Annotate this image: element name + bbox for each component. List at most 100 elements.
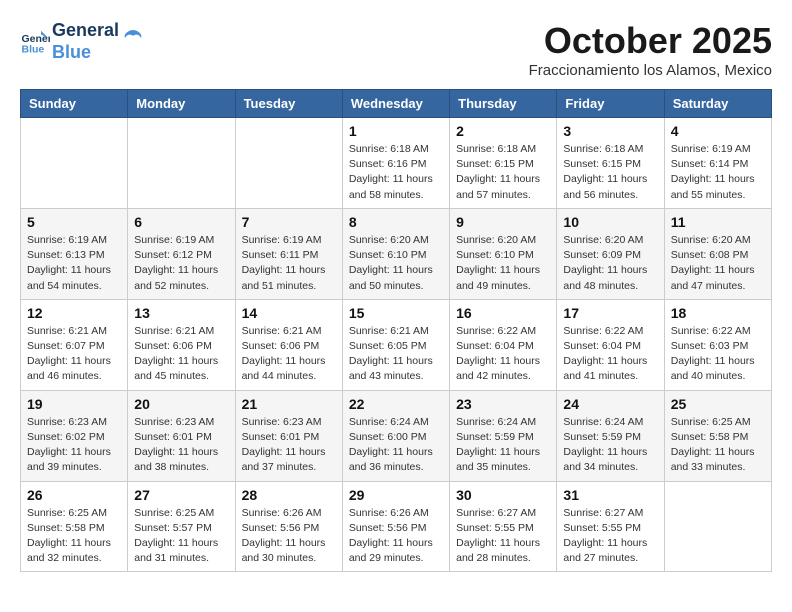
day-info: Sunrise: 6:26 AM Sunset: 5:56 PM Dayligh…: [349, 506, 443, 567]
day-number: 6: [134, 214, 228, 230]
day-number: 30: [456, 487, 550, 503]
day-info: Sunrise: 6:18 AM Sunset: 6:15 PM Dayligh…: [563, 142, 657, 203]
day-info: Sunrise: 6:24 AM Sunset: 5:59 PM Dayligh…: [456, 415, 550, 476]
calendar-cell: 27Sunrise: 6:25 AM Sunset: 5:57 PM Dayli…: [128, 481, 235, 572]
page-header: General Blue General Blue October 2025 F…: [20, 20, 772, 79]
day-info: Sunrise: 6:26 AM Sunset: 5:56 PM Dayligh…: [242, 506, 336, 567]
title-area: October 2025 Fraccionamiento los Alamos,…: [529, 20, 772, 79]
weekday-header-monday: Monday: [128, 90, 235, 118]
day-number: 5: [27, 214, 121, 230]
day-info: Sunrise: 6:22 AM Sunset: 6:04 PM Dayligh…: [456, 324, 550, 385]
calendar-cell: 21 Sunrise: 6:23 AM Sunset: 6:01 PM Dayli…: [235, 390, 342, 481]
day-number: 9: [456, 214, 550, 230]
calendar-cell: 30 Sunrise: 6:27 AM Sunset: 5:55 PM Dayli…: [450, 481, 557, 572]
calendar-cell: [21, 118, 128, 209]
calendar-cell: 9 Sunrise: 6:20 AM Sunset: 6:10 PM Daylig…: [450, 208, 557, 299]
day-number: 1: [349, 123, 443, 139]
day-info: Sunrise: 6:18 AM Sunset: 6:16 PM Dayligh…: [349, 142, 443, 203]
day-info: Sunrise: 6:24 AM Sunset: 5:59 PM Dayligh…: [563, 415, 657, 476]
day-info: Sunrise: 6:19 AM Sunset: 6:13 PM Dayligh…: [27, 233, 121, 294]
day-number: 8: [349, 214, 443, 230]
calendar-cell: 26 Sunrise: 6:25 AM Sunset: 5:58 PM Dayli…: [21, 481, 128, 572]
location-subtitle: Fraccionamiento los Alamos, Mexico: [529, 62, 772, 79]
day-number: 21: [242, 396, 336, 412]
day-number: 12: [27, 305, 121, 321]
calendar-cell: 10 Sunrise: 6:20 AM Sunset: 6:09 PM Dayli…: [557, 208, 664, 299]
day-number: 23: [456, 396, 550, 412]
weekday-header-sunday: Sunday: [21, 90, 128, 118]
day-number: 11: [671, 214, 765, 230]
day-number: 31: [563, 487, 657, 503]
calendar-cell: 16 Sunrise: 6:22 AM Sunset: 6:04 PM Dayli…: [450, 299, 557, 390]
calendar-table: SundayMondayTuesdayWednesdayThursdayFrid…: [20, 89, 772, 572]
day-number: 10: [563, 214, 657, 230]
calendar-cell: 25 Sunrise: 6:25 AM Sunset: 5:58 PM Dayli…: [664, 390, 771, 481]
calendar-cell: 29 Sunrise: 6:26 AM Sunset: 5:56 PM Dayli…: [342, 481, 449, 572]
svg-text:Blue: Blue: [22, 43, 45, 55]
day-info: Sunrise: 6:20 AM Sunset: 6:09 PM Dayligh…: [563, 233, 657, 294]
day-info: Sunrise: 6:25 AM Sunset: 5:58 PM Dayligh…: [27, 506, 121, 567]
day-info: Sunrise: 6:22 AM Sunset: 6:03 PM Dayligh…: [671, 324, 765, 385]
day-info: Sunrise: 6:19 AM Sunset: 6:14 PM Dayligh…: [671, 142, 765, 203]
day-number: 18: [671, 305, 765, 321]
day-info: Sunrise: 6:21 AM Sunset: 6:06 PM Dayligh…: [134, 324, 228, 385]
day-number: 7: [242, 214, 336, 230]
calendar-cell: 1 Sunrise: 6:18 AM Sunset: 6:16 PM Daylig…: [342, 118, 449, 209]
calendar-cell: 14Sunrise: 6:21 AM Sunset: 6:06 PM Dayli…: [235, 299, 342, 390]
day-info: Sunrise: 6:20 AM Sunset: 6:10 PM Dayligh…: [456, 233, 550, 294]
day-number: 29: [349, 487, 443, 503]
calendar-cell: 2 Sunrise: 6:18 AM Sunset: 6:15 PM Daylig…: [450, 118, 557, 209]
calendar-week-5: 26 Sunrise: 6:25 AM Sunset: 5:58 PM Dayli…: [21, 481, 772, 572]
day-number: 16: [456, 305, 550, 321]
day-info: Sunrise: 6:25 AM Sunset: 5:57 PM Dayligh…: [134, 506, 228, 567]
calendar-cell: 24 Sunrise: 6:24 AM Sunset: 5:59 PM Dayli…: [557, 390, 664, 481]
day-number: 25: [671, 396, 765, 412]
day-number: 26: [27, 487, 121, 503]
logo-bird-icon: [121, 26, 145, 50]
calendar-week-3: 12 Sunrise: 6:21 AM Sunset: 6:07 PM Dayli…: [21, 299, 772, 390]
calendar-cell: 13Sunrise: 6:21 AM Sunset: 6:06 PM Dayli…: [128, 299, 235, 390]
day-info: Sunrise: 6:24 AM Sunset: 6:00 PM Dayligh…: [349, 415, 443, 476]
day-info: Sunrise: 6:20 AM Sunset: 6:10 PM Dayligh…: [349, 233, 443, 294]
calendar-cell: 31Sunrise: 6:27 AM Sunset: 5:55 PM Dayli…: [557, 481, 664, 572]
day-number: 4: [671, 123, 765, 139]
day-info: Sunrise: 6:25 AM Sunset: 5:58 PM Dayligh…: [671, 415, 765, 476]
day-info: Sunrise: 6:20 AM Sunset: 6:08 PM Dayligh…: [671, 233, 765, 294]
day-number: 2: [456, 123, 550, 139]
calendar-cell: 8 Sunrise: 6:20 AM Sunset: 6:10 PM Daylig…: [342, 208, 449, 299]
calendar-cell: [128, 118, 235, 209]
calendar-cell: 12 Sunrise: 6:21 AM Sunset: 6:07 PM Dayli…: [21, 299, 128, 390]
calendar-cell: 7 Sunrise: 6:19 AM Sunset: 6:11 PM Daylig…: [235, 208, 342, 299]
day-info: Sunrise: 6:23 AM Sunset: 6:01 PM Dayligh…: [134, 415, 228, 476]
day-info: Sunrise: 6:27 AM Sunset: 5:55 PM Dayligh…: [456, 506, 550, 567]
calendar-cell: 22 Sunrise: 6:24 AM Sunset: 6:00 PM Dayli…: [342, 390, 449, 481]
calendar-cell: 28 Sunrise: 6:26 AM Sunset: 5:56 PM Dayli…: [235, 481, 342, 572]
day-number: 14: [242, 305, 336, 321]
day-info: Sunrise: 6:23 AM Sunset: 6:01 PM Dayligh…: [242, 415, 336, 476]
day-number: 22: [349, 396, 443, 412]
day-info: Sunrise: 6:21 AM Sunset: 6:07 PM Dayligh…: [27, 324, 121, 385]
calendar-cell: 11 Sunrise: 6:20 AM Sunset: 6:08 PM Dayli…: [664, 208, 771, 299]
day-info: Sunrise: 6:18 AM Sunset: 6:15 PM Dayligh…: [456, 142, 550, 203]
calendar-cell: 4 Sunrise: 6:19 AM Sunset: 6:14 PM Daylig…: [664, 118, 771, 209]
weekday-header-saturday: Saturday: [664, 90, 771, 118]
day-number: 24: [563, 396, 657, 412]
logo-blue: Blue: [52, 42, 119, 64]
calendar-header-row: SundayMondayTuesdayWednesdayThursdayFrid…: [21, 90, 772, 118]
calendar-cell: 17Sunrise: 6:22 AM Sunset: 6:04 PM Dayli…: [557, 299, 664, 390]
weekday-header-tuesday: Tuesday: [235, 90, 342, 118]
day-info: Sunrise: 6:19 AM Sunset: 6:11 PM Dayligh…: [242, 233, 336, 294]
logo: General Blue General Blue: [20, 20, 145, 63]
day-number: 28: [242, 487, 336, 503]
calendar-cell: 15Sunrise: 6:21 AM Sunset: 6:05 PM Dayli…: [342, 299, 449, 390]
logo-icon: General Blue: [20, 27, 50, 57]
day-info: Sunrise: 6:19 AM Sunset: 6:12 PM Dayligh…: [134, 233, 228, 294]
logo-general: General: [52, 20, 119, 42]
calendar-week-1: 1 Sunrise: 6:18 AM Sunset: 6:16 PM Daylig…: [21, 118, 772, 209]
calendar-cell: 3Sunrise: 6:18 AM Sunset: 6:15 PM Daylig…: [557, 118, 664, 209]
calendar-cell: 5 Sunrise: 6:19 AM Sunset: 6:13 PM Daylig…: [21, 208, 128, 299]
weekday-header-wednesday: Wednesday: [342, 90, 449, 118]
month-title: October 2025: [529, 20, 772, 62]
calendar-cell: 20Sunrise: 6:23 AM Sunset: 6:01 PM Dayli…: [128, 390, 235, 481]
day-info: Sunrise: 6:22 AM Sunset: 6:04 PM Dayligh…: [563, 324, 657, 385]
